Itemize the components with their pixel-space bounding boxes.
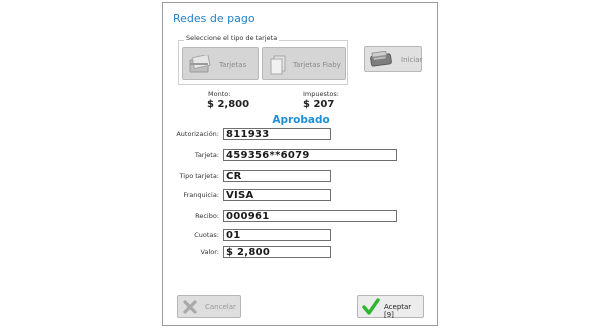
fiaby-cards-button[interactable]: Tarjetas Fiaby xyxy=(262,47,346,80)
amount-label: Monto: xyxy=(208,90,231,98)
cancel-button-label: Cancelar xyxy=(205,303,236,311)
start-button-label: Iniciar xyxy=(401,56,423,64)
taxes-value: $ 207 xyxy=(303,99,335,110)
approval-status: Aprobado xyxy=(272,114,330,126)
card-number-field[interactable]: 459356**6079 xyxy=(223,149,397,161)
checkmark-icon xyxy=(362,298,380,318)
card-type-label: Tipo tarjeta: xyxy=(179,172,219,180)
cards-button-label: Tarjetas xyxy=(219,61,247,69)
franchise-label: Franquicia: xyxy=(183,191,219,199)
installments-field[interactable]: 01 xyxy=(223,229,331,241)
start-button[interactable]: Iniciar xyxy=(364,46,422,72)
accept-button-label: Aceptar [9] xyxy=(384,303,412,319)
receipt-field[interactable]: 000961 xyxy=(223,210,397,222)
credit-card-icon xyxy=(189,54,211,75)
cancel-button[interactable]: Cancelar xyxy=(177,295,241,318)
authorization-label: Autorización: xyxy=(176,130,219,138)
card-type-group: Seleccione el tipo de tarjeta Tarjetas T… xyxy=(178,34,348,85)
accept-button[interactable]: Aceptar [9] xyxy=(357,295,424,319)
amount-value: $ 2,800 xyxy=(207,99,250,110)
cards-button[interactable]: Tarjetas xyxy=(182,47,259,80)
taxes-label: Impuestos: xyxy=(303,90,339,98)
dialog-title: Redes de pago xyxy=(173,12,255,25)
receipt-label: Recibo: xyxy=(195,212,219,220)
value-field[interactable]: $ 2,800 xyxy=(223,246,331,258)
authorization-field[interactable]: 811933 xyxy=(223,128,331,140)
card-number-label: Tarjeta: xyxy=(194,151,219,159)
franchise-field[interactable]: VISA xyxy=(223,189,331,201)
installments-label: Cuotas: xyxy=(194,231,219,239)
card-type-group-label: Seleccione el tipo de tarjeta xyxy=(184,34,280,42)
value-label: Valor: xyxy=(200,248,219,256)
card-type-field[interactable]: CR xyxy=(223,170,331,182)
payment-networks-dialog: Redes de pago Seleccione el tipo de tarj… xyxy=(162,2,438,326)
cancel-x-icon xyxy=(182,299,198,317)
cards-stack-icon xyxy=(269,55,287,77)
card-reader-icon xyxy=(370,50,394,69)
fiaby-cards-button-label: Tarjetas Fiaby xyxy=(293,61,341,69)
